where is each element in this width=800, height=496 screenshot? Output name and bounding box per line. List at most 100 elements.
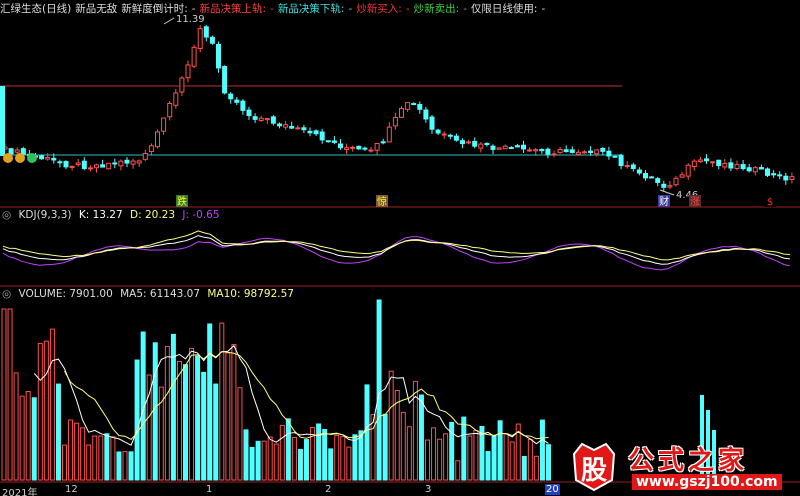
volume-bar [176, 360, 182, 481]
volume-bar [297, 448, 303, 481]
volume-bar [406, 426, 412, 481]
candle-body [344, 147, 350, 151]
candle-body [350, 146, 356, 149]
volume-bar [291, 436, 297, 481]
volume-bar [80, 427, 86, 481]
volume-bar [334, 434, 340, 481]
candle-body [423, 109, 429, 120]
volume-bar [473, 430, 479, 481]
candle-body [667, 185, 673, 188]
candle-body [582, 151, 587, 154]
volume-bar [128, 451, 134, 481]
volume-bar [116, 451, 122, 481]
candle-body [173, 92, 179, 106]
volume-bar [134, 359, 140, 481]
candle-body [789, 176, 795, 181]
volume-bar [1, 308, 7, 481]
volume-bar [533, 455, 539, 481]
candle-body [331, 140, 337, 143]
volume-bar [152, 342, 158, 481]
candle-body [191, 46, 197, 67]
candle-body [472, 140, 478, 147]
volume-bar [418, 394, 424, 481]
candle-body [69, 165, 75, 168]
candle-body [130, 160, 136, 165]
site-watermark: 股 公式之家 www.gszj100.com [560, 436, 800, 496]
candle-body [655, 178, 661, 183]
volume-bar [231, 344, 237, 481]
volume-bar [491, 435, 497, 481]
candle-body [716, 159, 722, 166]
candle-body [527, 149, 533, 152]
volume-bar [86, 444, 92, 481]
candle-body [496, 147, 502, 150]
sell-signal-icon [15, 153, 25, 163]
volume-bar [273, 443, 279, 481]
candle-body [685, 164, 691, 177]
volume-bar [400, 411, 406, 481]
candle-body [301, 127, 307, 131]
volume-bar [376, 299, 382, 481]
candle-body [258, 117, 264, 121]
candle-body [106, 162, 112, 170]
volume-bar [98, 435, 104, 481]
marker-label: $ [767, 197, 773, 208]
chart-canvas[interactable]: 11.394.46跌惊财涨 $ [0, 0, 800, 496]
candle-body [514, 145, 520, 148]
x-axis-label: 1 [206, 484, 213, 495]
candle-body [691, 160, 697, 167]
candle-body [636, 169, 642, 174]
candle-body [368, 149, 374, 152]
logo-char: 股 [580, 456, 607, 486]
volume-bar [485, 451, 491, 481]
candle-body [142, 153, 148, 160]
candle-body [148, 145, 154, 153]
candle-body [283, 124, 289, 128]
volume-bar [104, 433, 110, 481]
volume-bar [49, 328, 55, 481]
volume-bar [425, 439, 430, 481]
volume-ma5-line [33, 344, 549, 446]
volume-bar [183, 364, 188, 481]
volume-bar [189, 347, 195, 481]
max-price-label: 11.39 [176, 14, 205, 25]
candle-body [484, 142, 490, 145]
x-axis-label: 12 [65, 484, 78, 495]
marker-label: 跌 [177, 195, 187, 208]
kdj-k-line [2, 235, 790, 265]
candle-body [356, 145, 362, 150]
volume-bar [340, 436, 346, 481]
volume-bar [431, 427, 437, 481]
candle-body [551, 153, 557, 156]
volume-bar [74, 422, 80, 481]
volume-bar [521, 455, 527, 481]
candle-body [679, 174, 685, 178]
volume-bar [225, 352, 231, 481]
candle-body [734, 164, 740, 169]
candle-body [270, 116, 276, 124]
buy-signal-icon [27, 153, 37, 163]
candle-body [521, 144, 526, 150]
candle-body [539, 148, 545, 152]
volume-bar [461, 416, 467, 481]
candle-body [216, 43, 221, 69]
candle-body [374, 142, 380, 151]
volume-bar [370, 413, 376, 481]
candle-body [209, 36, 215, 44]
candle-body [618, 154, 624, 167]
volume-bar [455, 460, 461, 481]
candle-body [39, 155, 45, 160]
candle-body [118, 160, 124, 167]
candle-body [722, 162, 728, 168]
candle-body [167, 103, 173, 118]
candle-body [728, 162, 734, 169]
x-axis-label: 3 [425, 484, 432, 495]
volume-bar [68, 419, 74, 481]
volume-bar [546, 444, 551, 481]
candle-body [765, 168, 770, 176]
candle-body [405, 102, 411, 110]
candle-body [575, 151, 581, 155]
volume-bar [328, 448, 334, 481]
candle-body [161, 117, 167, 132]
kdj-j-line [2, 236, 791, 271]
